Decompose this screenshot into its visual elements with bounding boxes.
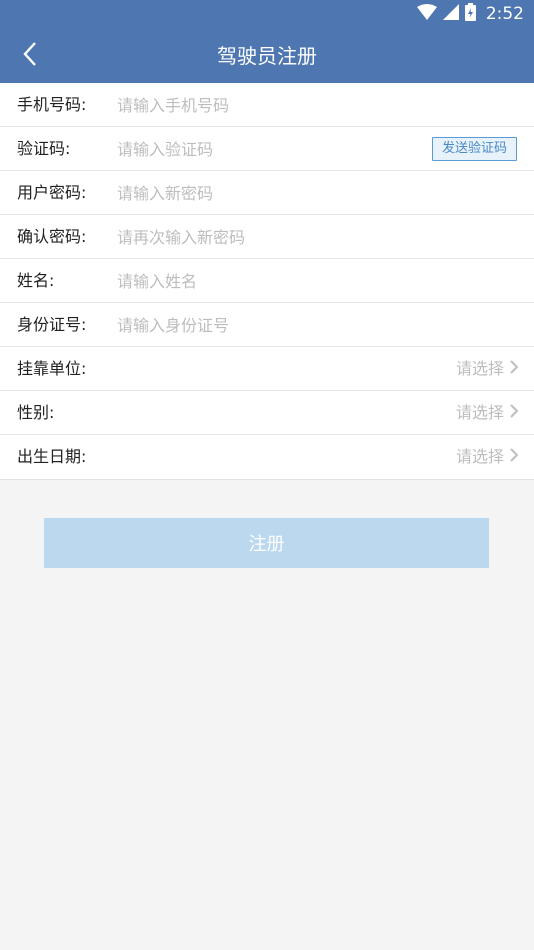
signal-icon	[442, 4, 459, 24]
birthday-select-value: 请选择	[455, 447, 504, 466]
confirm-password-input[interactable]	[117, 215, 417, 259]
phone-input[interactable]	[117, 83, 417, 127]
send-code-button[interactable]: 发送验证码	[431, 137, 517, 161]
gender-row[interactable]: 性别: 请选择	[0, 391, 534, 435]
gender-select[interactable]: 请选择	[455, 391, 519, 435]
chevron-right-icon	[510, 435, 519, 479]
password-row: 用户密码:	[0, 171, 534, 215]
app-header: 2:52 驾驶员注册	[0, 0, 534, 83]
name-label: 姓名:	[17, 271, 55, 290]
name-row: 姓名:	[0, 259, 534, 303]
clock: 2:52	[485, 4, 524, 24]
page-title: 驾驶员注册	[217, 44, 317, 68]
chevron-right-icon	[510, 391, 519, 435]
status-icons: 2:52	[416, 3, 524, 25]
company-label: 挂靠单位:	[17, 359, 87, 378]
name-input[interactable]	[117, 259, 417, 303]
code-input[interactable]	[117, 127, 407, 171]
birthday-row[interactable]: 出生日期: 请选择	[0, 435, 534, 479]
birthday-label: 出生日期:	[17, 447, 87, 466]
password-input[interactable]	[117, 171, 417, 215]
battery-icon	[464, 3, 476, 25]
registration-form: 手机号码: 验证码: 发送验证码 用户密码: 确认密码: 姓名: 身份证号: 挂…	[0, 83, 534, 480]
gender-select-value: 请选择	[455, 403, 504, 422]
birthday-select[interactable]: 请选择	[455, 435, 519, 479]
company-row[interactable]: 挂靠单位: 请选择	[0, 347, 534, 391]
id-number-label: 身份证号:	[17, 315, 87, 334]
id-number-input[interactable]	[117, 303, 417, 347]
company-select[interactable]: 请选择	[455, 347, 519, 391]
status-bar: 2:52	[0, 0, 534, 28]
confirm-row: 确认密码:	[0, 215, 534, 259]
gender-label: 性别:	[17, 403, 55, 422]
id-number-row: 身份证号:	[0, 303, 534, 347]
title-bar: 驾驶员注册	[0, 28, 534, 83]
wifi-icon	[416, 4, 437, 24]
code-row: 验证码: 发送验证码	[0, 127, 534, 171]
phone-row: 手机号码:	[0, 83, 534, 127]
phone-label: 手机号码:	[17, 95, 87, 114]
register-button[interactable]: 注册	[44, 518, 489, 568]
code-label: 验证码:	[17, 139, 71, 158]
confirm-label: 确认密码:	[17, 227, 87, 246]
password-label: 用户密码:	[17, 183, 87, 202]
chevron-right-icon	[510, 347, 519, 391]
company-select-value: 请选择	[455, 359, 504, 378]
